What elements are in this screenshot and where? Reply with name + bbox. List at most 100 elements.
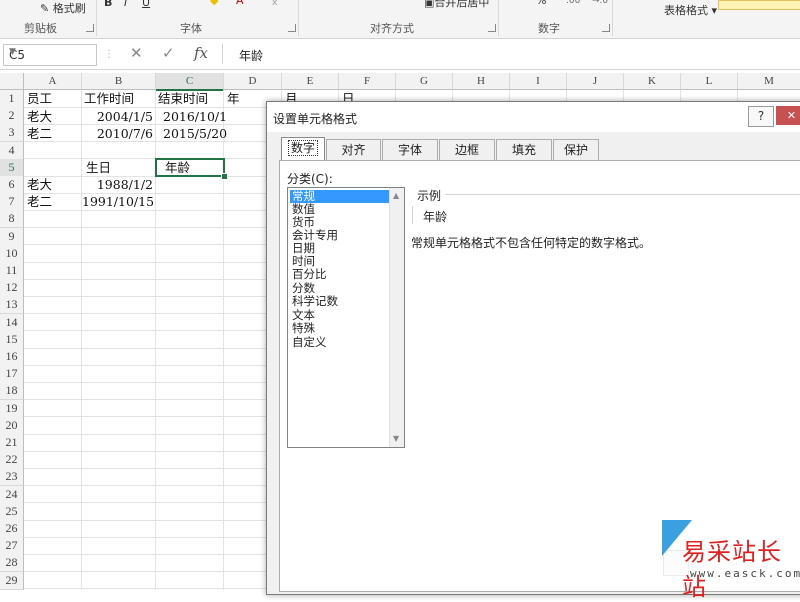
tab-font[interactable]: 字体: [382, 139, 438, 160]
row-header-28[interactable]: 28: [0, 554, 24, 573]
column-header-b[interactable]: B: [82, 73, 156, 90]
active-cell-selection[interactable]: [155, 158, 225, 177]
row-header-12[interactable]: 12: [0, 279, 24, 298]
name-box[interactable]: C5 ▼: [3, 44, 97, 66]
row-header-5[interactable]: 5: [0, 158, 24, 177]
row-header-22[interactable]: 22: [0, 451, 24, 470]
tab-fill[interactable]: 填充: [496, 139, 552, 160]
dialog-title-bar[interactable]: 设置单元格格式 ? ✕: [267, 102, 800, 132]
table-format-button[interactable]: 表格格式 ▾: [664, 2, 717, 18]
cell-a7[interactable]: 老二: [27, 193, 52, 210]
chevron-down-icon[interactable]: ▼: [9, 47, 92, 57]
column-header-c[interactable]: C: [156, 73, 224, 91]
cell-b5[interactable]: 生日: [86, 159, 111, 176]
column-header-d[interactable]: D: [224, 73, 282, 90]
select-all-corner[interactable]: [0, 73, 24, 90]
tab-number[interactable]: 数字: [281, 137, 325, 161]
cell-b7[interactable]: 1991/10/15: [82, 193, 154, 210]
row-header-13[interactable]: 13: [0, 296, 24, 315]
help-button[interactable]: ?: [748, 106, 774, 127]
column-header-k[interactable]: K: [624, 73, 681, 90]
column-header-a[interactable]: A: [24, 73, 82, 90]
row-header-9[interactable]: 9: [0, 227, 24, 246]
row-header-16[interactable]: 16: [0, 348, 24, 366]
row-header-25[interactable]: 25: [0, 502, 24, 521]
tab-protection[interactable]: 保护: [553, 139, 599, 160]
bold-button[interactable]: B: [104, 0, 112, 9]
row-header-19[interactable]: 19: [0, 399, 24, 418]
row-header-17[interactable]: 17: [0, 365, 24, 384]
category-list[interactable]: 常规 数值 货币 会计专用 日期 时间 百分比 分数 科学记数 文本 特殊 自定…: [287, 187, 405, 448]
column-header-g[interactable]: G: [396, 73, 453, 90]
cell-b2[interactable]: 2004/1/5: [82, 108, 153, 125]
row-header-6[interactable]: 6: [0, 176, 24, 194]
column-header-f[interactable]: F: [339, 73, 396, 90]
close-button[interactable]: ✕: [776, 106, 800, 125]
row-header-27[interactable]: 27: [0, 537, 24, 556]
category-item-custom[interactable]: 自定义: [290, 336, 389, 349]
category-scrollbar[interactable]: ▲ ▼: [389, 188, 404, 447]
tab-border[interactable]: 边框: [439, 139, 495, 160]
row-header-15[interactable]: 15: [0, 330, 24, 349]
phonetic-icon[interactable]: x: [272, 0, 277, 8]
row-header-10[interactable]: 10: [0, 244, 24, 263]
row-header-4[interactable]: 4: [0, 141, 24, 160]
scroll-up-icon[interactable]: ▲: [393, 191, 399, 200]
row-header-11[interactable]: 11: [0, 262, 24, 280]
column-header-m[interactable]: M: [738, 73, 800, 90]
underline-button[interactable]: U: [142, 0, 150, 9]
fill-handle[interactable]: [221, 173, 228, 180]
cell-c1[interactable]: 结束时间: [158, 90, 208, 107]
tab-alignment[interactable]: 对齐: [326, 139, 381, 160]
formula-input[interactable]: 年龄: [222, 44, 798, 64]
increase-decimal-icon[interactable]: .00: [566, 0, 580, 6]
number-launcher-icon[interactable]: [602, 24, 610, 32]
row-header-29[interactable]: 29: [0, 571, 24, 590]
cancel-icon[interactable]: ✕: [130, 44, 143, 62]
category-item-special[interactable]: 特殊: [290, 322, 389, 335]
category-item-scientific[interactable]: 科学记数: [290, 295, 389, 308]
column-header-e[interactable]: E: [282, 73, 339, 90]
cell-c2[interactable]: 2016/10/1: [163, 108, 227, 125]
row-header-7[interactable]: 7: [0, 193, 24, 212]
scroll-down-icon[interactable]: ▼: [393, 434, 399, 443]
column-header-i[interactable]: I: [510, 73, 567, 90]
row-header-1[interactable]: 1: [0, 90, 24, 108]
row-header-24[interactable]: 24: [0, 485, 24, 504]
decrease-decimal-icon[interactable]: →.0: [592, 0, 608, 6]
fill-color-icon[interactable]: ◆: [210, 0, 218, 7]
row-header-14[interactable]: 14: [0, 313, 24, 332]
cell-a2[interactable]: 老大: [27, 108, 52, 125]
cell-b1[interactable]: 工作时间: [84, 90, 134, 107]
cell-d1[interactable]: 年: [227, 90, 240, 107]
category-item-percentage[interactable]: 百分比: [290, 268, 389, 281]
row-header-3[interactable]: 3: [0, 124, 24, 143]
row-header-23[interactable]: 23: [0, 468, 24, 487]
row-header-18[interactable]: 18: [0, 382, 24, 401]
cell-b6[interactable]: 1988/1/2: [82, 176, 153, 193]
row-header-2[interactable]: 2: [0, 107, 24, 126]
cell-a6[interactable]: 老大: [27, 176, 52, 193]
font-launcher-icon[interactable]: [288, 24, 296, 32]
merge-center-button[interactable]: ▣合并后居中: [424, 0, 489, 10]
row-header-8[interactable]: 8: [0, 210, 24, 229]
cell-a1[interactable]: 员工: [27, 90, 52, 107]
cell-style-swatch[interactable]: [718, 0, 800, 10]
alignment-launcher-icon[interactable]: [488, 24, 496, 32]
column-header-h[interactable]: H: [453, 73, 510, 90]
row-header-26[interactable]: 26: [0, 520, 24, 538]
row-header-21[interactable]: 21: [0, 434, 24, 452]
format-painter-button[interactable]: ✎ 格式刷: [40, 0, 86, 16]
confirm-icon[interactable]: ✓: [162, 44, 175, 62]
column-header-l[interactable]: L: [681, 73, 738, 90]
percent-button[interactable]: %: [536, 0, 546, 7]
column-header-j[interactable]: J: [567, 73, 624, 90]
row-header-20[interactable]: 20: [0, 416, 24, 435]
clipboard-launcher-icon[interactable]: [86, 24, 94, 32]
cell-c3[interactable]: 2015/5/20: [163, 125, 227, 142]
cell-a3[interactable]: 老二: [27, 125, 52, 142]
font-color-icon[interactable]: A: [236, 0, 244, 7]
italic-button[interactable]: I: [124, 0, 127, 9]
cell-b3[interactable]: 2010/7/6: [82, 125, 153, 142]
insert-function-icon[interactable]: fx: [194, 44, 208, 62]
